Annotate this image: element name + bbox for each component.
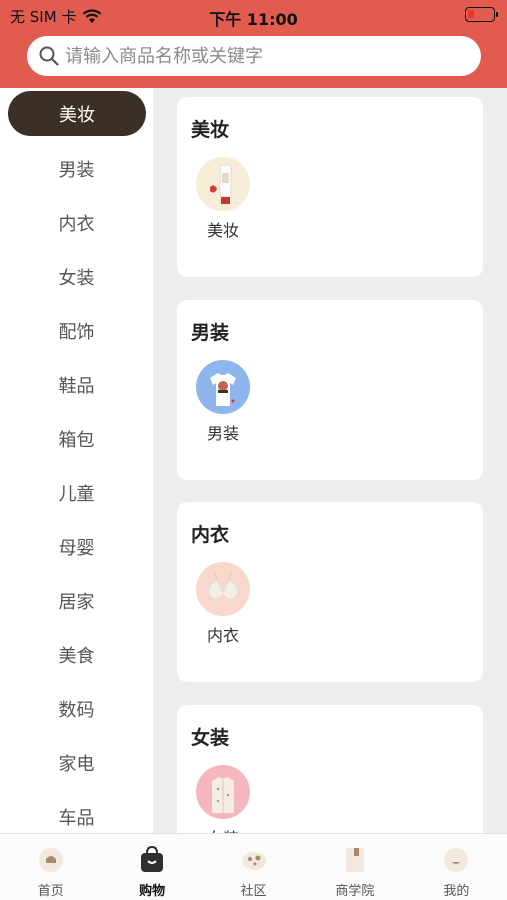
section-title: 女装: [191, 727, 230, 749]
sidebar-item[interactable]: 家电: [0, 736, 153, 790]
search-icon: [39, 46, 59, 66]
tab-home[interactable]: 首页: [0, 834, 101, 900]
category-label: 男装: [206, 424, 239, 443]
tab-label: 我的: [443, 884, 470, 899]
sidebar-item[interactable]: 儿童: [0, 466, 153, 520]
tab-community[interactable]: 社区: [203, 834, 304, 900]
sidebar-item[interactable]: 美食: [0, 628, 153, 682]
section-card-cosmetics: 美妆 美妆: [177, 97, 483, 277]
section-card-womenswear: 女装 女装: [177, 705, 483, 833]
section-title: 内衣: [191, 524, 230, 546]
sidebar-item[interactable]: 数码: [0, 682, 153, 736]
shopping-bag-icon: [138, 846, 166, 874]
tab-label: 社区: [240, 884, 267, 899]
tab-label: 商学院: [335, 884, 375, 899]
tab-profile[interactable]: 我的: [406, 834, 507, 900]
community-icon: [240, 846, 268, 874]
book-icon: [341, 846, 369, 874]
sidebar-item[interactable]: 美妆: [8, 91, 146, 136]
category-item-underwear[interactable]: 内衣: [195, 562, 251, 646]
bra-icon: [196, 562, 250, 616]
tab-label: 首页: [37, 884, 64, 899]
section-card-menswear: 男装 男装: [177, 300, 483, 480]
sidebar-item[interactable]: 母婴: [0, 520, 153, 574]
tab-shopping[interactable]: 购物: [101, 834, 202, 900]
battery-level: [468, 10, 474, 18]
status-bar: 无 SIM 卡 下午 11:00: [0, 0, 507, 30]
sidebar-item[interactable]: 鞋品: [0, 358, 153, 412]
category-label: 内衣: [206, 626, 239, 645]
home-icon: [37, 846, 65, 874]
sidebar-item[interactable]: 男装: [0, 142, 153, 196]
category-item-cosmetics[interactable]: 美妆: [195, 157, 251, 241]
profile-icon: [442, 846, 470, 874]
sidebar-item[interactable]: 居家: [0, 574, 153, 628]
section-card-underwear: 内衣 内衣: [177, 502, 483, 682]
cosmetics-tube-icon: [196, 157, 250, 211]
tab-label: 购物: [139, 884, 166, 899]
sidebar-item[interactable]: 车品: [0, 790, 153, 833]
sidebar-item[interactable]: 内衣: [0, 196, 153, 250]
section-title: 美妆: [191, 119, 230, 141]
battery-icon: [465, 7, 498, 22]
sidebar-item[interactable]: 箱包: [0, 412, 153, 466]
shirt-icon: [196, 765, 250, 819]
tshirt-icon: [196, 360, 250, 414]
category-label: 美妆: [206, 221, 239, 240]
search-input[interactable]: [65, 45, 465, 67]
category-item-womenswear[interactable]: 女装: [195, 765, 251, 833]
header: 无 SIM 卡 下午 11:00: [0, 0, 507, 88]
category-item-menswear[interactable]: 男装: [195, 360, 251, 444]
status-time: 下午 11:00: [209, 10, 298, 29]
sidebar-item[interactable]: 女装: [0, 250, 153, 304]
sidebar-item[interactable]: 配饰: [0, 304, 153, 358]
search-bar[interactable]: [27, 36, 481, 76]
tab-business-school[interactable]: 商学院: [304, 834, 405, 900]
category-sidebar: 美妆男装 内衣 女装 配饰 鞋品 箱包 儿童 母婴 居家 美食 数码 家电 车品: [0, 88, 153, 833]
section-title: 男装: [191, 322, 230, 344]
bottom-tab-bar: 首页 购物 社区 商学院 我的: [0, 833, 507, 900]
category-label: 女装: [195, 825, 251, 833]
category-content: 美妆 美妆 男装 男装 内衣 内衣 女装: [153, 88, 507, 833]
